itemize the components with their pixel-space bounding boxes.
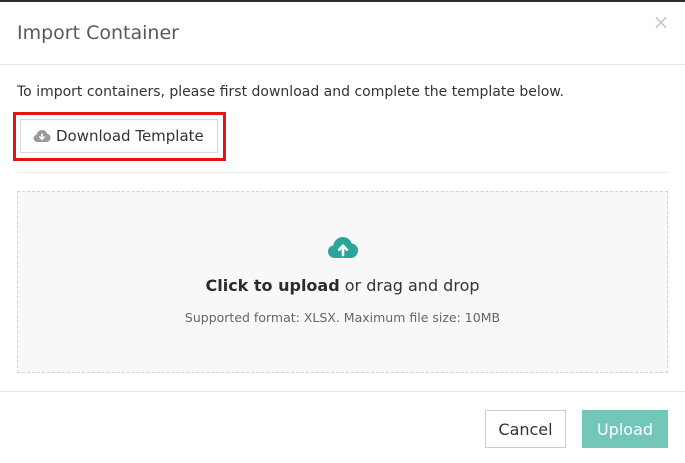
divider <box>17 172 668 173</box>
modal-title: Import Container <box>17 22 179 44</box>
supported-format-text: Supported format: XLSX. Maximum file siz… <box>184 310 501 325</box>
click-to-upload-link[interactable]: Click to upload <box>205 276 339 295</box>
download-template-button[interactable]: Download Template <box>20 119 218 153</box>
import-container-modal: Import Container × To import containers,… <box>0 0 685 463</box>
close-button[interactable]: × <box>651 12 671 32</box>
upload-instruction: Click to upload or drag and drop <box>18 276 667 295</box>
upload-button[interactable]: Upload <box>582 410 668 448</box>
modal-header: Import Container × <box>0 2 685 65</box>
intro-text: To import containers, please first downl… <box>17 84 564 100</box>
cloud-upload-icon <box>327 236 359 260</box>
download-template-label: Download Template <box>56 127 204 145</box>
modal-footer: Cancel Upload <box>0 391 685 463</box>
drag-drop-text: or drag and drop <box>339 276 480 295</box>
upload-dropzone[interactable]: Click to upload or drag and drop Support… <box>17 191 668 373</box>
cancel-button[interactable]: Cancel <box>485 410 566 448</box>
modal-body: To import containers, please first downl… <box>0 65 685 391</box>
cloud-download-icon <box>33 129 51 143</box>
